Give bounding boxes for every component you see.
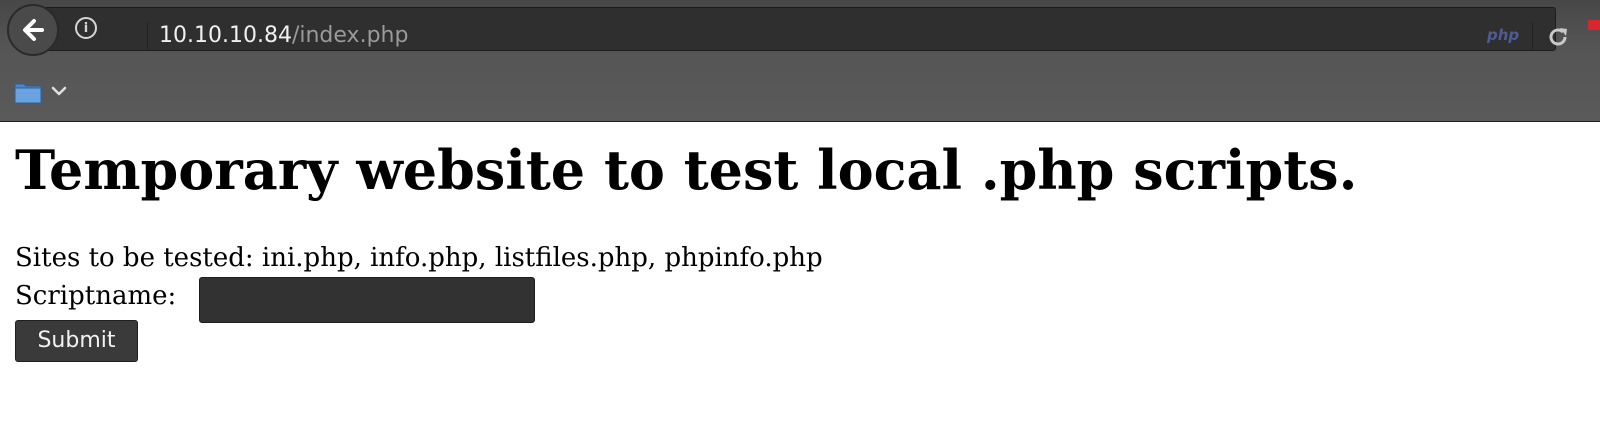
address-bar[interactable]: 10.10.10.84/index.php php: [36, 7, 1567, 52]
submit-button[interactable]: Submit: [15, 320, 138, 362]
page-title: Temporary website to test local .php scr…: [15, 138, 1358, 202]
url-host: 10.10.10.84: [159, 23, 292, 48]
url-path: /index.php: [291, 23, 409, 48]
chevron-down-icon[interactable]: [50, 84, 68, 98]
url-text[interactable]: 10.10.10.84/index.php: [159, 20, 408, 52]
back-button[interactable]: [7, 4, 59, 56]
scriptname-input[interactable]: [199, 277, 535, 323]
back-arrow-icon: [23, 19, 44, 41]
page-content: Temporary website to test local .php scr…: [15, 122, 1585, 362]
url-divider: [147, 22, 148, 50]
folder-icon[interactable]: [14, 80, 42, 104]
scriptname-label: Scriptname:: [15, 281, 177, 311]
browser-toolbar: 10.10.10.84/index.php php i: [0, 0, 1600, 122]
script-form: Scriptname:: [15, 277, 1585, 323]
reload-icon[interactable]: [1546, 25, 1570, 49]
flag-icon[interactable]: [1588, 20, 1600, 30]
php-badge[interactable]: php: [1487, 26, 1519, 44]
info-icon[interactable]: i: [75, 17, 97, 39]
sites-to-test-text: Sites to be tested: ini.php, info.php, l…: [15, 243, 823, 273]
reload-divider: [1532, 22, 1533, 50]
